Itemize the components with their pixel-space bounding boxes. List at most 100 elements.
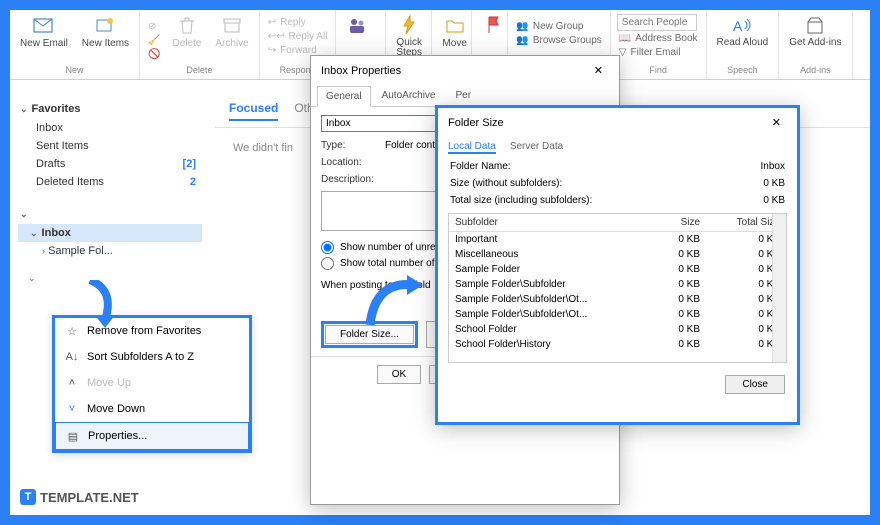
flag-icon bbox=[482, 14, 504, 36]
cell-size: 0 KB bbox=[657, 307, 706, 322]
label: Archive bbox=[215, 38, 248, 49]
dialog-titlebar: Inbox Properties ✕ bbox=[311, 56, 619, 85]
cell-name: Sample Folder\Subfolder\Ot... bbox=[449, 292, 657, 307]
reply-icon: ↩ bbox=[268, 17, 276, 28]
col-size[interactable]: Size bbox=[657, 214, 706, 232]
favorites-header[interactable]: ⌄Favorites bbox=[18, 99, 202, 119]
label: Reply bbox=[280, 17, 306, 28]
total-size-value: 0 KB bbox=[763, 195, 785, 206]
subfolder-table: Subfolder Size Total Size Important0 KB0… bbox=[449, 214, 786, 352]
ctx-properties[interactable]: ▤Properties... bbox=[55, 422, 249, 450]
cell-size: 0 KB bbox=[657, 292, 706, 307]
move-button[interactable]: Move bbox=[438, 12, 470, 51]
sidebar-item-deleted[interactable]: Deleted Items2 bbox=[18, 173, 202, 191]
show-total-radio[interactable] bbox=[321, 257, 334, 270]
ok-button[interactable]: OK bbox=[377, 365, 421, 384]
read-aloud-icon: A bbox=[731, 14, 753, 36]
sidebar-item-drafts[interactable]: Drafts[2] bbox=[18, 155, 202, 173]
ribbon-group-find: 📖Address Book ▽Filter Email Find bbox=[611, 10, 707, 79]
label: Delete bbox=[172, 38, 201, 49]
sidebar-item-sent[interactable]: Sent Items bbox=[18, 137, 202, 155]
browse-groups-button[interactable]: 👥 Browse Groups bbox=[514, 34, 603, 47]
table-row[interactable]: Sample Folder\Subfolder\Ot...0 KB0 KB bbox=[449, 292, 786, 307]
envelope-icon bbox=[33, 14, 55, 36]
size-label: Size (without subfolders): bbox=[450, 178, 562, 189]
new-email-button[interactable]: New Email bbox=[16, 12, 72, 51]
table-row[interactable]: Important0 KB0 KB bbox=[449, 232, 786, 248]
people-icon: 👥 bbox=[516, 21, 528, 32]
scrollbar[interactable] bbox=[772, 214, 786, 362]
ignore-icon: ⊘ bbox=[146, 20, 162, 33]
tab-permissions[interactable]: Per bbox=[447, 85, 481, 106]
sidebar-item-sample[interactable]: › Sample Fol... bbox=[18, 242, 202, 260]
folder-name-value: Inbox bbox=[761, 161, 785, 172]
new-items-button[interactable]: New Items bbox=[78, 12, 133, 51]
new-group-button[interactable]: 👥 New Group bbox=[514, 20, 603, 33]
col-subfolder[interactable]: Subfolder bbox=[449, 214, 657, 232]
tab-autoarchive[interactable]: AutoArchive bbox=[373, 85, 445, 106]
browse-icon: 👥 bbox=[516, 35, 528, 46]
sort-icon: A↓ bbox=[65, 350, 79, 364]
close-button[interactable]: ✕ bbox=[588, 62, 609, 79]
label: Inbox bbox=[36, 122, 63, 134]
ctx-move-down[interactable]: ˅Move Down bbox=[55, 396, 249, 422]
cell-size: 0 KB bbox=[657, 337, 706, 352]
folder-size-dialog: Folder Size ✕ Local Data Server Data Fol… bbox=[435, 105, 800, 425]
cell-size: 0 KB bbox=[657, 232, 706, 248]
search-people-input[interactable] bbox=[617, 14, 697, 31]
group-label: Find bbox=[617, 65, 700, 77]
table-row[interactable]: Sample Folder0 KB0 KB bbox=[449, 262, 786, 277]
table-row[interactable]: Miscellaneous0 KB0 KB bbox=[449, 247, 786, 262]
label: Drafts bbox=[36, 158, 65, 170]
junk-icon: 🚫 bbox=[146, 48, 162, 61]
table-row[interactable]: Sample Folder\Subfolder0 KB0 KB bbox=[449, 277, 786, 292]
quick-steps-button[interactable]: Quick Steps bbox=[392, 12, 426, 60]
type-value: Folder conta bbox=[385, 140, 441, 151]
ctx-sort-subfolders[interactable]: A↓Sort Subfolders A to Z bbox=[55, 344, 249, 370]
close-button[interactable]: ✕ bbox=[766, 114, 787, 131]
location-label: Location: bbox=[321, 157, 377, 168]
label: Browse Groups bbox=[533, 35, 602, 46]
ribbon-group-new: New Email New Items New bbox=[10, 10, 140, 79]
table-row[interactable]: Sample Folder\Subfolder\Ot...0 KB0 KB bbox=[449, 307, 786, 322]
label: New Group bbox=[533, 21, 584, 32]
read-aloud-button[interactable]: ARead Aloud bbox=[713, 12, 773, 50]
label: Move bbox=[442, 38, 466, 49]
table-row[interactable]: School Folder\History0 KB0 KB bbox=[449, 337, 786, 352]
tab-local-data[interactable]: Local Data bbox=[448, 141, 496, 154]
label: Filter Email bbox=[631, 47, 681, 58]
tab-focused[interactable]: Focused bbox=[229, 101, 278, 121]
group-label: Add-ins bbox=[785, 65, 845, 77]
tutorial-arrow-1 bbox=[85, 280, 125, 330]
delete-button[interactable]: Delete bbox=[168, 12, 205, 51]
description-label: Description: bbox=[321, 174, 377, 185]
filter-email-button[interactable]: ▽Filter Email bbox=[617, 46, 700, 59]
close-dialog-button[interactable]: Close bbox=[725, 375, 785, 394]
group-label: Speech bbox=[713, 65, 773, 77]
ribbon-group-speech: ARead Aloud Speech bbox=[707, 10, 780, 79]
sidebar-inbox-expanded[interactable]: ⌄Inbox bbox=[18, 224, 202, 242]
archive-button[interactable]: Archive bbox=[211, 12, 252, 51]
table-row[interactable]: School Folder0 KB0 KB bbox=[449, 322, 786, 337]
tab-server-data[interactable]: Server Data bbox=[510, 141, 563, 154]
properties-tabs: General AutoArchive Per bbox=[311, 85, 619, 107]
get-addins-button[interactable]: Get Add-ins bbox=[785, 12, 845, 50]
reply-all-button[interactable]: ↩↩Reply All bbox=[266, 30, 330, 43]
outlook-window: New Email New Items New ⊘🧹🚫 Delete Archi… bbox=[10, 10, 870, 515]
label: Show total number of it bbox=[340, 258, 442, 269]
tab-general[interactable]: General bbox=[317, 86, 371, 107]
sidebar-item-inbox[interactable]: Inbox bbox=[18, 119, 202, 137]
share-button[interactable] bbox=[342, 12, 372, 38]
show-unread-radio[interactable] bbox=[321, 241, 334, 254]
tags-button[interactable] bbox=[478, 12, 508, 38]
label: Deleted Items bbox=[36, 176, 104, 188]
label: Properties... bbox=[88, 430, 147, 442]
address-book-button[interactable]: 📖Address Book bbox=[617, 32, 700, 45]
label: Reply All bbox=[289, 31, 328, 42]
reply-button[interactable]: ↩ Reply bbox=[266, 16, 330, 29]
folder-context-menu: ☆Remove from Favorites A↓Sort Subfolders… bbox=[52, 315, 252, 453]
cell-name: School Folder bbox=[449, 322, 657, 337]
logo-icon: T bbox=[20, 489, 36, 505]
account-header[interactable]: ⌄ bbox=[18, 205, 202, 224]
chevron-down-icon: ⌄ bbox=[20, 209, 28, 220]
